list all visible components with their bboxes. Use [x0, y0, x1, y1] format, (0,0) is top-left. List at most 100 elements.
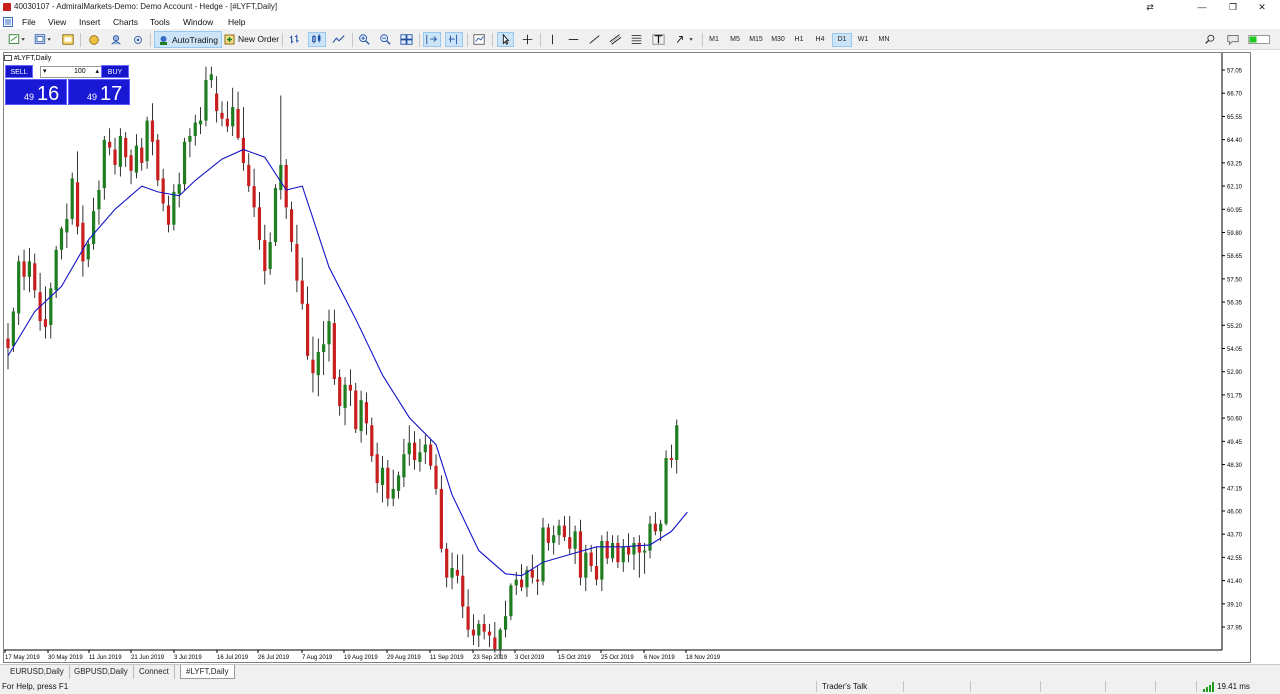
bar-chart-icon[interactable] [287, 32, 304, 47]
tab-lyft[interactable]: #LYFT,Daily [180, 665, 235, 679]
tab-connect[interactable]: Connect [134, 665, 175, 679]
chart-shift-icon[interactable] [445, 32, 463, 47]
bull-candle [610, 542, 615, 559]
timeframe-h1[interactable]: H1 [789, 33, 809, 47]
bear-candle [289, 209, 294, 243]
autotrading-label: AutoTrading [172, 35, 218, 45]
bull-candle [268, 242, 272, 270]
bear-candle [124, 137, 128, 158]
bear-candle [113, 149, 117, 165]
volume-down-icon[interactable]: ▾ [43, 67, 47, 77]
volume-up-icon[interactable]: ▴ [95, 67, 99, 77]
autotrading-button[interactable]: AutoTrading [154, 31, 222, 48]
minimize-button[interactable]: — [1192, 1, 1212, 14]
chat-icon[interactable] [1224, 32, 1242, 47]
bear-candle [300, 280, 304, 304]
chart-menu-icon[interactable] [3, 17, 13, 27]
bull-candle [573, 531, 577, 549]
price-tick-label: 60.95 [1227, 208, 1243, 214]
arrows-icon[interactable] [673, 32, 697, 47]
price-chart[interactable]: 57.05 66.70 65.55 64.40 63.25 62.10 60.95 59.80… [4, 53, 1250, 662]
sell-button[interactable]: SELL [5, 65, 33, 78]
zoom-in-icon[interactable] [356, 32, 372, 47]
crosshair-icon[interactable] [519, 32, 536, 47]
search-icon[interactable] [1202, 32, 1218, 47]
new-order-button[interactable]: New Order [221, 31, 282, 48]
fibonacci-icon[interactable] [628, 32, 645, 47]
cursor-icon[interactable] [497, 32, 514, 47]
auto-scroll-icon[interactable] [423, 32, 441, 47]
zoom-out-icon[interactable] [377, 32, 393, 47]
menu-help[interactable]: Help [228, 16, 245, 28]
new-chart-icon[interactable] [6, 32, 28, 47]
timeframe-m1[interactable]: M1 [704, 33, 724, 47]
tab-gbpusd[interactable]: GBPUSD,Daily [69, 665, 134, 679]
bear-candle [439, 488, 443, 549]
menu-charts[interactable]: Charts [113, 16, 138, 28]
bear-candle [257, 207, 262, 241]
equidistant-channel-icon[interactable] [607, 32, 624, 47]
bear-candle [348, 384, 352, 391]
bull-candle [102, 139, 106, 189]
time-tick-label: 16 Jul 2019 [217, 655, 249, 661]
moving-average-line [7, 148, 688, 577]
bull-candle [450, 568, 454, 578]
timeframe-mn[interactable]: MN [874, 33, 894, 47]
line-chart-icon[interactable] [330, 32, 348, 47]
price-tick-label: 57.05 [1227, 69, 1243, 75]
market-watch-icon[interactable] [60, 32, 76, 47]
status-traders-talk[interactable]: Trader's Talk [822, 682, 867, 691]
terminal-icon[interactable] [108, 32, 124, 47]
candlestick-icon[interactable] [308, 32, 326, 47]
menu-window[interactable]: Window [183, 16, 213, 28]
chart-tabs: EURUSD,Daily GBPUSD,Daily Connect #LYFT,… [0, 664, 1280, 679]
bull-candle [643, 550, 647, 553]
tab-eurusd[interactable]: EURUSD,Daily [5, 665, 70, 679]
bull-candle [664, 458, 668, 524]
timeframe-h4[interactable]: H4 [810, 33, 830, 47]
price-tick-label: 43.70 [1227, 533, 1243, 539]
menu-insert[interactable]: Insert [79, 16, 100, 28]
bull-candle [621, 546, 625, 563]
horizontal-line-icon[interactable] [565, 32, 582, 47]
profiles-icon[interactable] [32, 32, 54, 47]
restore-arrows-icon[interactable]: ⇄ [1140, 1, 1160, 14]
bull-candle [273, 188, 278, 243]
navigator-icon[interactable] [86, 32, 102, 47]
trendline-icon[interactable] [586, 32, 603, 47]
bull-candle [391, 488, 395, 499]
bull-candle [659, 523, 663, 532]
connection-toggle-icon[interactable] [1246, 32, 1274, 47]
indicators-icon[interactable] [471, 32, 488, 47]
text-icon[interactable] [650, 32, 667, 47]
buy-price[interactable]: 49 17 [68, 79, 130, 105]
sell-price-small: 49 [24, 92, 35, 102]
sell-price[interactable]: 49 16 [5, 79, 67, 105]
bull-candle [49, 288, 53, 325]
bear-candle [354, 390, 358, 430]
buy-button[interactable]: BUY [101, 65, 129, 78]
timeframe-m5[interactable]: M5 [725, 33, 745, 47]
timeframe-m30[interactable]: M30 [768, 33, 788, 47]
bear-candle [568, 537, 572, 549]
bull-candle [327, 321, 331, 345]
timeframe-d1[interactable]: D1 [832, 33, 852, 47]
close-button[interactable]: ✕ [1252, 1, 1272, 14]
timeframe-m15[interactable]: M15 [746, 33, 766, 47]
vertical-line-icon[interactable] [544, 32, 561, 47]
timeframe-w1[interactable]: W1 [853, 33, 873, 47]
bull-candle [541, 527, 545, 582]
menu-view[interactable]: View [48, 16, 66, 28]
window-title: 40030107 - AdmiralMarkets-Demo: Demo Acc… [14, 2, 278, 11]
bear-candle [455, 569, 459, 576]
bear-candle [461, 575, 465, 607]
chart-window[interactable]: 57.05 66.70 65.55 64.40 63.25 62.10 60.95 59.80… [3, 52, 1251, 663]
bear-candle [161, 178, 165, 204]
maximize-button[interactable]: ❐ [1223, 1, 1243, 14]
strategy-tester-icon[interactable] [130, 32, 146, 47]
menu-file[interactable]: File [22, 16, 36, 28]
tile-windows-icon[interactable] [398, 32, 415, 47]
menu-tools[interactable]: Tools [150, 16, 170, 28]
volume-input[interactable]: ▾ 100 ▴ [40, 66, 102, 78]
bear-candle [669, 458, 673, 460]
